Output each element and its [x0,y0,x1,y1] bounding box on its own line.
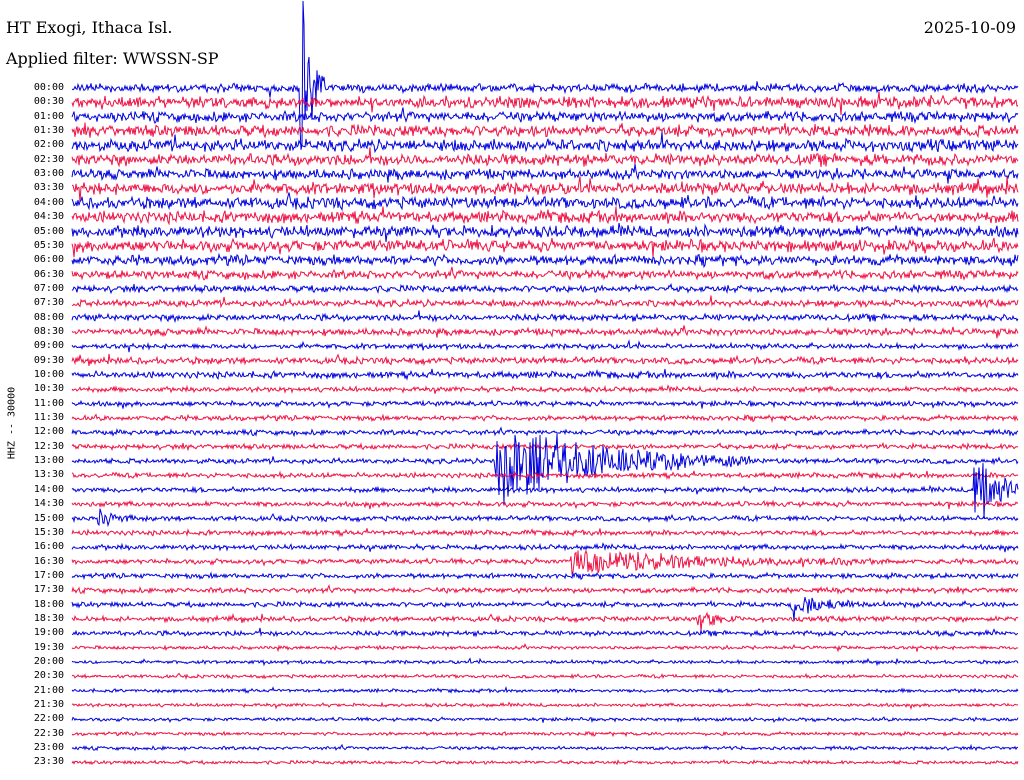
trace-line-0200 [71,131,1019,154]
seismogram-plot [71,0,1019,766]
trace-line-0230 [71,147,1019,168]
trace-line-2100 [71,685,1019,694]
trace-line-2200 [71,716,1019,723]
trace-line-1100 [71,399,1019,409]
trace-line-0900 [71,339,1019,353]
trace-line-0830 [71,325,1019,339]
trace-line-2300 [71,743,1019,752]
trace-line-0500 [71,222,1019,242]
trace-line-1900 [71,627,1019,638]
trace-line-0300 [71,164,1019,184]
trace-line-2330 [71,759,1019,766]
trace-line-0730 [71,295,1019,309]
trace-line-1530 [71,528,1019,538]
trace-line-0930 [71,353,1019,367]
trace-line-0100 [71,107,1019,125]
trace-line-1930 [71,642,1019,653]
trace-line-1030 [71,384,1019,394]
trace-line-0630 [71,266,1019,281]
trace-line-0530 [71,237,1019,258]
trace-line-2230 [71,730,1019,738]
trace-line-0600 [71,252,1019,269]
trace-line-0400 [71,192,1019,212]
trace-line-1730 [71,584,1019,595]
trace-line-0430 [71,206,1019,226]
trace-line-1000 [71,368,1019,381]
trace-line-1330 [71,470,1019,480]
trace-line-0030 [71,91,1019,116]
trace-line-1500 [71,508,1019,528]
trace-line-1430 [71,499,1019,510]
trace-line-1830 [71,611,1019,632]
trace-line-0130 [71,122,1019,139]
trace-line-1700 [71,571,1019,581]
trace-line-2030 [71,672,1019,681]
trace-line-1300 [71,433,1019,506]
trace-line-1630 [71,549,1019,576]
trace-line-2000 [71,657,1019,667]
trace-line-1200 [71,426,1019,438]
trace-line-1600 [71,542,1019,553]
trace-line-0800 [71,310,1019,324]
trace-line-1130 [71,413,1019,423]
trace-line-2130 [71,701,1019,710]
trace-line-0700 [71,282,1019,295]
trace-line-1400 [71,463,1019,519]
